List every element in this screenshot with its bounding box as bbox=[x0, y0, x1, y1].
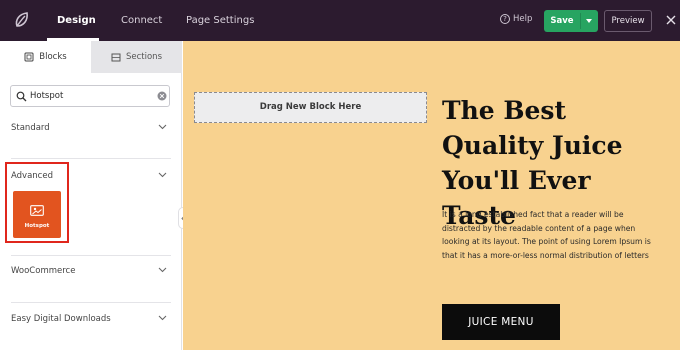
category-label: WooCommerce bbox=[11, 266, 76, 276]
help-icon: ? bbox=[500, 14, 510, 24]
blocks-icon bbox=[24, 52, 34, 62]
top-bar: Design Connect Page Settings ? Help Save… bbox=[0, 0, 680, 41]
save-divider bbox=[580, 13, 581, 29]
sidebar: Blocks Sections Hotspot Standard Advance… bbox=[0, 41, 182, 350]
preview-button[interactable]: Preview bbox=[604, 10, 652, 32]
tab-sections-label: Sections bbox=[125, 52, 162, 62]
chevron-down-icon bbox=[158, 315, 167, 321]
seedprod-logo-icon[interactable] bbox=[11, 10, 33, 32]
block-search-input[interactable]: Hotspot bbox=[10, 85, 170, 107]
category-standard[interactable]: Standard bbox=[0, 118, 181, 138]
chevron-down-icon bbox=[158, 124, 167, 130]
search-value: Hotspot bbox=[30, 91, 64, 101]
block-hotspot-label: Hotspot bbox=[24, 223, 50, 229]
save-button[interactable]: Save bbox=[544, 10, 598, 32]
tab-page-settings[interactable]: Page Settings bbox=[186, 0, 254, 41]
category-easy-digital-downloads[interactable]: Easy Digital Downloads bbox=[0, 309, 181, 329]
image-icon bbox=[30, 205, 44, 216]
tab-design[interactable]: Design bbox=[57, 0, 96, 41]
save-options-chevron-down-icon[interactable] bbox=[586, 19, 592, 23]
divider bbox=[11, 302, 171, 303]
category-woocommerce[interactable]: WooCommerce bbox=[0, 261, 181, 281]
tab-blocks[interactable]: Blocks bbox=[0, 41, 91, 73]
category-label: Standard bbox=[11, 123, 50, 133]
block-hotspot[interactable]: Hotspot bbox=[13, 191, 61, 238]
page-canvas[interactable]: Drag New Block Here The Best Quality Jui… bbox=[183, 41, 680, 350]
tab-connect[interactable]: Connect bbox=[121, 0, 162, 41]
chevron-down-icon bbox=[158, 267, 167, 273]
close-icon[interactable] bbox=[664, 13, 678, 27]
hero-body-text[interactable]: It is a long established fact that a rea… bbox=[442, 208, 662, 262]
sections-icon bbox=[111, 53, 121, 61]
help-link[interactable]: ? Help bbox=[500, 14, 532, 24]
search-icon bbox=[16, 91, 27, 102]
chevron-down-icon bbox=[158, 172, 167, 178]
clear-search-icon[interactable] bbox=[157, 91, 167, 101]
drag-new-block-drop-zone[interactable]: Drag New Block Here bbox=[194, 92, 427, 123]
tab-sections[interactable]: Sections bbox=[91, 41, 182, 73]
category-label: Easy Digital Downloads bbox=[11, 314, 111, 324]
divider bbox=[11, 158, 171, 159]
save-label: Save bbox=[550, 16, 574, 26]
help-label: Help bbox=[513, 14, 533, 24]
juice-menu-button[interactable]: JUICE MENU bbox=[442, 304, 560, 340]
divider bbox=[11, 255, 171, 256]
tab-blocks-label: Blocks bbox=[39, 52, 67, 62]
